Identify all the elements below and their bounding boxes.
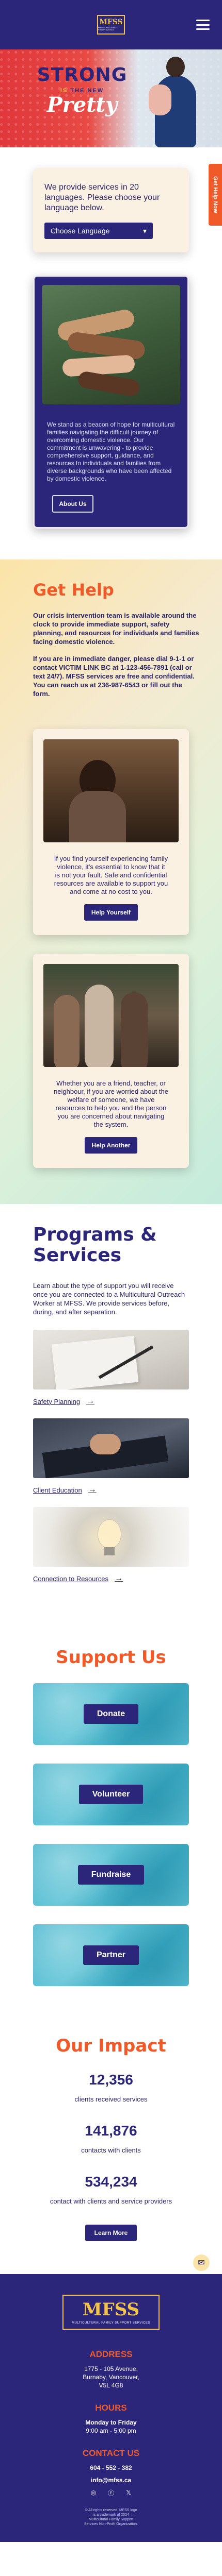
address-text: 1775 - 105 Avenue, Burnaby, Vancouver, V… bbox=[83, 2365, 139, 2389]
hours-heading: HOURS bbox=[95, 2403, 127, 2413]
safety-planning-link[interactable]: Safety Planning → bbox=[33, 1397, 189, 1406]
partner-button[interactable]: Partner bbox=[83, 1945, 139, 1965]
hero-banner: STRONG IS THE NEW Pretty bbox=[0, 49, 222, 147]
chevron-down-icon: ▾ bbox=[142, 226, 147, 235]
footer-logo[interactable]: MFSS MULTICULTURAL FAMILY SUPPORT SERVIC… bbox=[62, 2295, 160, 2330]
learn-more-button[interactable]: Learn More bbox=[85, 2225, 137, 2241]
address-heading: ADDRESS bbox=[89, 2349, 133, 2359]
mission-text: We stand as a beacon of hope for multicu… bbox=[47, 421, 175, 482]
email-link[interactable]: info@mfss.ca bbox=[91, 2477, 131, 2484]
chat-icon[interactable]: ✉ bbox=[193, 2255, 210, 2271]
get-help-title: Get Help bbox=[33, 580, 114, 600]
volunteer-button[interactable]: Volunteer bbox=[78, 1785, 144, 1804]
support-us-title: Support Us bbox=[56, 1647, 166, 1668]
laptop-typing-image bbox=[33, 1418, 189, 1478]
language-section: We provide services in 20 languages. Ple… bbox=[0, 147, 222, 268]
friends-group-image bbox=[43, 964, 179, 1067]
partner-card: Partner bbox=[33, 1924, 189, 1986]
programs-section: Programs & Services Learn about the type… bbox=[0, 1204, 222, 1626]
contact-text: 604 - 552 - 382 info@mfss.ca bbox=[12, 2464, 210, 2484]
site-footer: MFSS MULTICULTURAL FAMILY SUPPORT SERVIC… bbox=[0, 2274, 222, 2542]
donate-card: Donate bbox=[33, 1683, 189, 1745]
hours-text: Monday to Friday 9:00 am - 5:00 pm bbox=[85, 2419, 137, 2434]
help-yourself-text: If you find yourself experiencing family… bbox=[54, 855, 168, 895]
get-help-section: Get Help Our crisis intervention team is… bbox=[0, 560, 222, 1204]
help-another-button[interactable]: Help Another bbox=[84, 1137, 138, 1154]
arrow-right-icon: → bbox=[86, 1397, 95, 1405]
hero-line-pretty: Pretty bbox=[46, 93, 118, 117]
arrow-right-icon: → bbox=[114, 1574, 123, 1583]
logo-text: MFSS bbox=[99, 18, 123, 26]
footer-logo-subtext: MULTICULTURAL FAMILY SUPPORT SERVICES bbox=[72, 2321, 150, 2325]
contact-heading: CONTACT US bbox=[82, 2448, 140, 2458]
social-links: ◎ ⓕ 𝕏 bbox=[12, 2488, 210, 2497]
notebook-pen-image bbox=[33, 1330, 189, 1389]
hero-line-strong: STRONG bbox=[37, 64, 128, 86]
arrow-right-icon: → bbox=[88, 1485, 97, 1494]
logo[interactable]: MFSS MULTICULTURAL FAMILY SUPPORT SERVIC… bbox=[97, 15, 125, 35]
mission-card: We stand as a beacon of hope for multicu… bbox=[33, 275, 189, 529]
stat-label: clients received services bbox=[74, 2095, 148, 2103]
phone-link[interactable]: 604 - 552 - 382 bbox=[90, 2464, 132, 2471]
impact-stat: 141,876 contacts with clients bbox=[33, 2123, 189, 2154]
support-us-section: Support Us Donate Volunteer Fundraise Pa… bbox=[0, 1626, 222, 2030]
language-text: We provide services in 20 languages. Ple… bbox=[44, 183, 160, 212]
light-bulb-image bbox=[33, 1507, 189, 1567]
language-select[interactable]: Choose Language ▾ bbox=[44, 223, 153, 239]
help-another-card: Whether you are a friend, teacher, or ne… bbox=[33, 954, 189, 1168]
logo-subtext: MULTICULTURAL FAMILY SUPPORT SERVICES bbox=[98, 27, 117, 31]
impact-title: Our Impact bbox=[56, 2036, 166, 2056]
donate-button[interactable]: Donate bbox=[83, 1704, 139, 1724]
fundraise-button[interactable]: Fundraise bbox=[77, 1865, 145, 1885]
fundraise-card: Fundraise bbox=[33, 1844, 189, 1906]
hero-slogan: STRONG IS THE NEW Pretty bbox=[33, 66, 131, 115]
footer-logo-text: MFSS bbox=[82, 2299, 140, 2320]
help-yourself-card: If you find yourself experiencing family… bbox=[33, 729, 189, 935]
language-select-value: Choose Language bbox=[51, 227, 110, 235]
stat-value: 534,234 bbox=[85, 2174, 137, 2190]
stat-value: 141,876 bbox=[85, 2123, 137, 2139]
get-help-now-tab[interactable]: Get Help Now bbox=[209, 164, 222, 226]
impact-stat: 12,356 clients received services bbox=[33, 2072, 189, 2103]
stat-label: contact with clients and service provide… bbox=[50, 2197, 172, 2205]
stacked-hands-image bbox=[42, 285, 180, 404]
client-education-link[interactable]: Client Education → bbox=[33, 1485, 189, 1495]
volunteer-card: Volunteer bbox=[33, 1764, 189, 1825]
impact-stat: 534,234 contact with clients and service… bbox=[33, 2174, 189, 2205]
help-yourself-button[interactable]: Help Yourself bbox=[84, 904, 138, 921]
stat-label: contacts with clients bbox=[81, 2146, 141, 2154]
connection-to-resources-link[interactable]: Connection to Resources → bbox=[33, 1574, 189, 1583]
facebook-icon[interactable]: ⓕ bbox=[107, 2488, 115, 2497]
get-help-intro: Our crisis intervention team is availabl… bbox=[33, 612, 199, 646]
about-us-button[interactable]: About Us bbox=[52, 495, 93, 513]
help-another-text: Whether you are a friend, teacher, or ne… bbox=[54, 1079, 168, 1128]
hamburger-menu-icon[interactable] bbox=[196, 20, 210, 30]
copyright-text: © All rights reserved. MFSS logo is a tr… bbox=[84, 2509, 138, 2526]
get-help-emergency-text: If you are in immediate danger, please d… bbox=[33, 655, 195, 698]
impact-section: Our Impact 12,356 clients received servi… bbox=[0, 2030, 222, 2274]
programs-intro: Learn about the type of support you will… bbox=[33, 1282, 185, 1316]
site-header: MFSS MULTICULTURAL FAMILY SUPPORT SERVIC… bbox=[0, 0, 222, 49]
hero-mother-child-image bbox=[146, 54, 202, 147]
programs-title: Programs & Services bbox=[33, 1224, 157, 1266]
x-icon[interactable]: 𝕏 bbox=[124, 2488, 133, 2497]
mission-section: We stand as a beacon of hope for multicu… bbox=[0, 268, 222, 560]
woman-back-view-image bbox=[43, 739, 179, 842]
language-card: We provide services in 20 languages. Ple… bbox=[33, 168, 189, 252]
stat-value: 12,356 bbox=[89, 2072, 133, 2088]
instagram-icon[interactable]: ◎ bbox=[89, 2488, 98, 2497]
